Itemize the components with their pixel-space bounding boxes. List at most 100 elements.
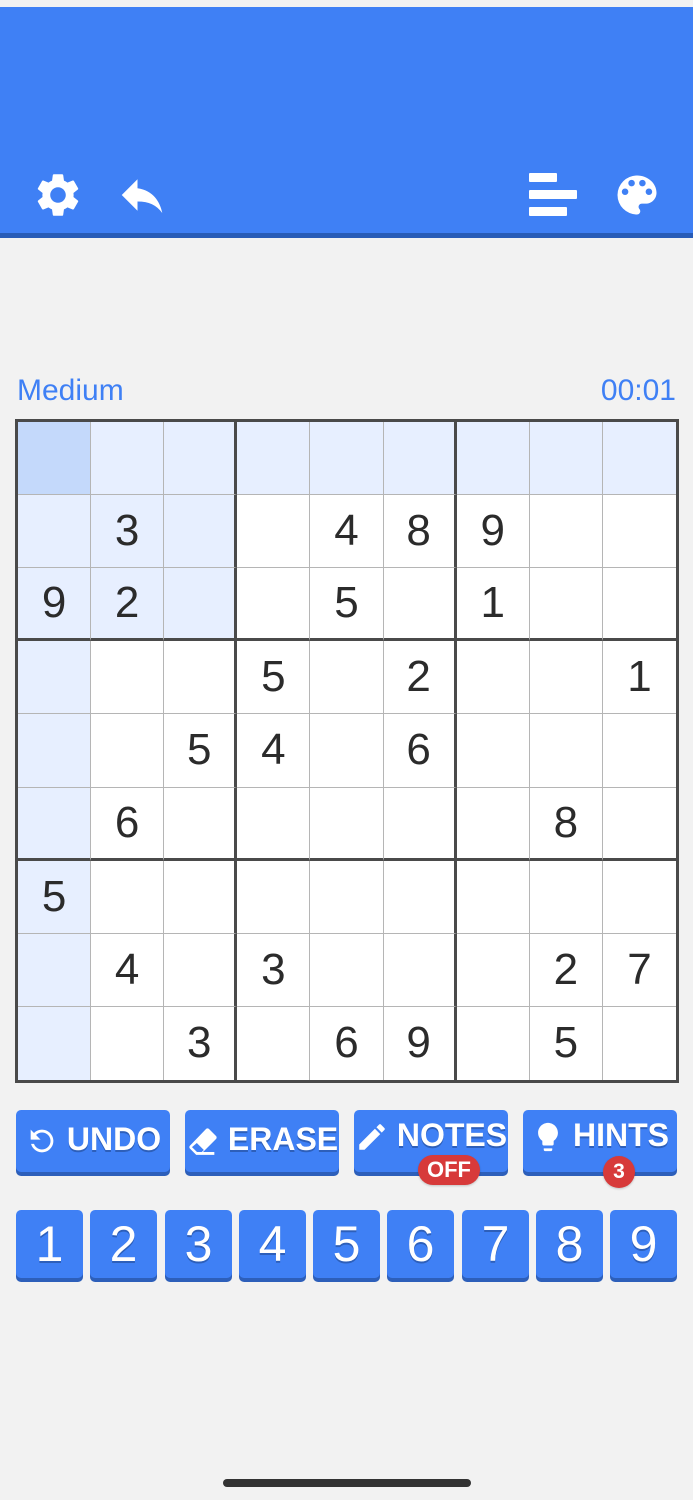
theme-button[interactable] [607, 165, 667, 225]
board-cell-r8-c2[interactable]: 4 [91, 933, 165, 1007]
board-cell-r1-c7[interactable] [456, 422, 530, 496]
board-cell-r6-c9[interactable] [602, 787, 676, 861]
board-cell-r5-c5[interactable] [310, 714, 384, 788]
number-button-9[interactable]: 9 [610, 1210, 677, 1278]
undo-label: UNDO [66, 1120, 162, 1157]
board-cell-r4-c3[interactable] [164, 641, 238, 715]
board-cell-r4-c6[interactable]: 2 [383, 641, 457, 715]
board-cell-r8-c4[interactable]: 3 [237, 933, 311, 1007]
number-button-2[interactable]: 2 [90, 1210, 157, 1278]
board-cell-r1-c1[interactable] [18, 422, 92, 496]
reply-arrow-icon [121, 179, 163, 213]
board-cell-r8-c8[interactable]: 2 [529, 933, 603, 1007]
undo-button[interactable]: UNDO [16, 1110, 170, 1172]
board-cell-r9-c4[interactable] [237, 1006, 311, 1080]
board-cell-r2-c3[interactable] [164, 495, 238, 569]
board-cell-r6-c4[interactable] [237, 787, 311, 861]
board-cell-r8-c6[interactable] [383, 933, 457, 1007]
number-button-5[interactable]: 5 [313, 1210, 380, 1278]
board-cell-r9-c5[interactable]: 6 [310, 1006, 384, 1080]
board-cell-r2-c5[interactable]: 4 [310, 495, 384, 569]
board-cell-r6-c5[interactable] [310, 787, 384, 861]
board-cell-r7-c5[interactable] [310, 860, 384, 934]
board-cell-r4-c2[interactable] [91, 641, 165, 715]
board-cell-r2-c2[interactable]: 3 [91, 495, 165, 569]
board-cell-r1-c8[interactable] [529, 422, 603, 496]
board-cell-r5-c8[interactable] [529, 714, 603, 788]
board-cell-r1-c4[interactable] [237, 422, 311, 496]
number-button-6[interactable]: 6 [387, 1210, 454, 1278]
back-button[interactable] [112, 165, 172, 225]
board-cell-r7-c6[interactable] [383, 860, 457, 934]
board-cell-r5-c4[interactable]: 4 [237, 714, 311, 788]
number-button-1[interactable]: 1 [16, 1210, 83, 1278]
board-cell-r9-c2[interactable] [91, 1006, 165, 1080]
board-cell-r7-c9[interactable] [602, 860, 676, 934]
board-cell-r8-c9[interactable]: 7 [602, 933, 676, 1007]
board-cell-r2-c6[interactable]: 8 [383, 495, 457, 569]
board-cell-r4-c5[interactable] [310, 641, 384, 715]
board-cell-r3-c3[interactable] [164, 568, 238, 642]
board-cell-r9-c9[interactable] [602, 1006, 676, 1080]
board-cell-r3-c9[interactable] [602, 568, 676, 642]
erase-button[interactable]: ERASE [185, 1110, 339, 1172]
board-cell-r5-c2[interactable] [91, 714, 165, 788]
board-cell-r7-c3[interactable] [164, 860, 238, 934]
board-cell-r3-c4[interactable] [237, 568, 311, 642]
board-cell-r4-c8[interactable] [529, 641, 603, 715]
board-cell-r5-c7[interactable] [456, 714, 530, 788]
board-cell-r8-c7[interactable] [456, 933, 530, 1007]
board-cell-r2-c8[interactable] [529, 495, 603, 569]
board-cell-r5-c6[interactable]: 6 [383, 714, 457, 788]
board-cell-r1-c3[interactable] [164, 422, 238, 496]
board-cell-r7-c8[interactable] [529, 860, 603, 934]
board-cell-r7-c4[interactable] [237, 860, 311, 934]
board-cell-r3-c1[interactable]: 9 [18, 568, 92, 642]
board-cell-r8-c1[interactable] [18, 933, 92, 1007]
board-cell-r7-c1[interactable]: 5 [18, 860, 92, 934]
board-cell-r4-c4[interactable]: 5 [237, 641, 311, 715]
board-cell-r9-c3[interactable]: 3 [164, 1006, 238, 1080]
board-cell-r3-c5[interactable]: 5 [310, 568, 384, 642]
board-cell-r1-c2[interactable] [91, 422, 165, 496]
board-cell-r9-c1[interactable] [18, 1006, 92, 1080]
board-cell-r2-c1[interactable] [18, 495, 92, 569]
board-cell-r9-c8[interactable]: 5 [529, 1006, 603, 1080]
board-cell-r4-c9[interactable]: 1 [602, 641, 676, 715]
board-cell-r6-c7[interactable] [456, 787, 530, 861]
board-cell-r6-c6[interactable] [383, 787, 457, 861]
board-cell-r9-c7[interactable] [456, 1006, 530, 1080]
board-cell-r3-c8[interactable] [529, 568, 603, 642]
board-cell-r3-c6[interactable] [383, 568, 457, 642]
board-cell-r4-c7[interactable] [456, 641, 530, 715]
notes-button[interactable]: NOTES OFF [354, 1110, 508, 1185]
board-cell-r6-c8[interactable]: 8 [529, 787, 603, 861]
board-cell-r1-c5[interactable] [310, 422, 384, 496]
board-cell-r5-c1[interactable] [18, 714, 92, 788]
settings-button[interactable] [28, 165, 88, 225]
board-cell-r6-c2[interactable]: 6 [91, 787, 165, 861]
board-cell-r7-c2[interactable] [91, 860, 165, 934]
board-cell-r3-c7[interactable]: 1 [456, 568, 530, 642]
hints-button[interactable]: HINTS 3 [523, 1110, 677, 1188]
board-cell-r5-c9[interactable] [602, 714, 676, 788]
board-cell-r4-c1[interactable] [18, 641, 92, 715]
board-cell-r7-c7[interactable] [456, 860, 530, 934]
number-button-3[interactable]: 3 [165, 1210, 232, 1278]
number-button-4[interactable]: 4 [239, 1210, 306, 1278]
board-cell-r9-c6[interactable]: 9 [383, 1006, 457, 1080]
board-cell-r8-c5[interactable] [310, 933, 384, 1007]
board-cell-r8-c3[interactable] [164, 933, 238, 1007]
board-cell-r6-c1[interactable] [18, 787, 92, 861]
board-cell-r6-c3[interactable] [164, 787, 238, 861]
number-button-7[interactable]: 7 [462, 1210, 529, 1278]
board-cell-r1-c6[interactable] [383, 422, 457, 496]
board-cell-r3-c2[interactable]: 2 [91, 568, 165, 642]
statistics-button[interactable] [523, 165, 583, 225]
board-cell-r5-c3[interactable]: 5 [164, 714, 238, 788]
board-cell-r2-c9[interactable] [602, 495, 676, 569]
board-cell-r2-c7[interactable]: 9 [456, 495, 530, 569]
board-cell-r2-c4[interactable] [237, 495, 311, 569]
board-cell-r1-c9[interactable] [602, 422, 676, 496]
number-button-8[interactable]: 8 [536, 1210, 603, 1278]
